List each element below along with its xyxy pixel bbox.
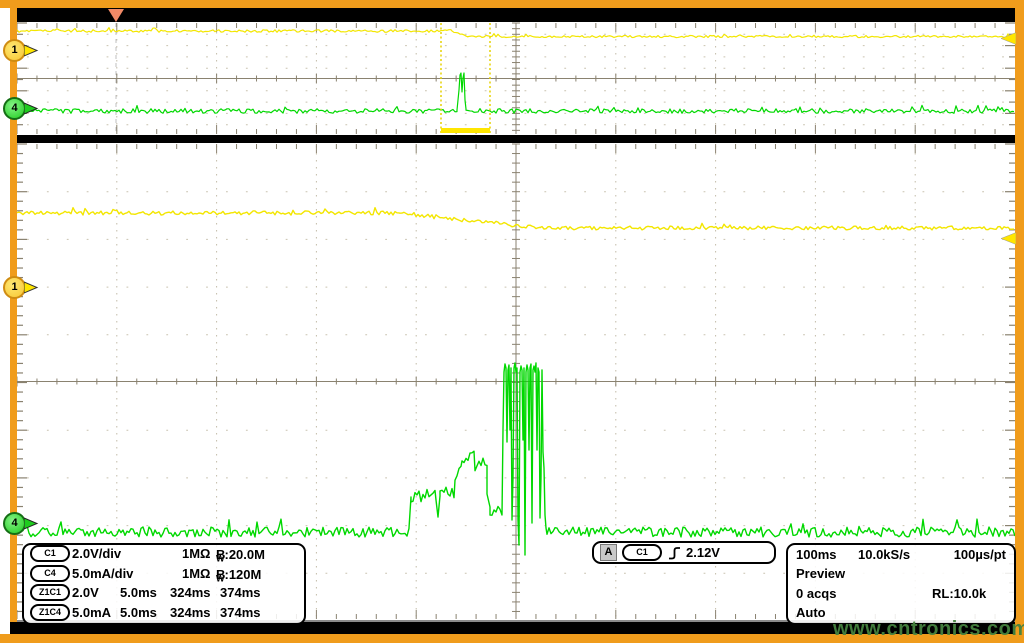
z1c4-time1: 5.0ms xyxy=(120,605,157,620)
trigger-level-arrow-zoom[interactable] xyxy=(1001,232,1016,250)
readout-row-c1: C1 2.0V/div 1MΩ BW:20.0M xyxy=(24,545,304,564)
c4-scale: 5.0mA/div xyxy=(72,566,133,581)
z1c4-time2: 324ms xyxy=(170,605,210,620)
ch1-marker-zoom[interactable]: 1 xyxy=(3,276,43,298)
ch1-marker-arrow-icon xyxy=(24,280,41,295)
trigger-level-arrow-icon xyxy=(1001,32,1016,45)
c4-impedance: 1MΩ xyxy=(182,566,210,581)
ch1-badge-label: 1 xyxy=(3,39,26,62)
ch4-marker-arrow-icon xyxy=(24,101,41,116)
trigger-readout-box: A C1 2.12V xyxy=(592,541,776,564)
ch1-marker-arrow-icon xyxy=(24,43,41,58)
top-header-bar xyxy=(17,8,1015,22)
readout-row-c4: C4 5.0mA/div 1MΩ BW:120M xyxy=(24,565,304,584)
frame-top xyxy=(0,0,1024,8)
ch4-marker-zoom[interactable]: 4 xyxy=(3,512,43,534)
z1c1-scale: 2.0V xyxy=(72,585,99,600)
trigger-level-arrow-overview[interactable] xyxy=(1001,32,1016,50)
ch4-badge-label: 4 xyxy=(3,512,26,535)
trigger-level-value: 2.12V xyxy=(686,545,720,560)
acquisition-count: 0 acqs xyxy=(796,586,836,601)
z1c1-channel-pill: Z1C1 xyxy=(30,584,70,601)
ch1-marker-overview[interactable]: 1 xyxy=(3,39,43,61)
zoom-window-bottom-bar[interactable] xyxy=(441,128,490,133)
horizontal-scale: 100ms xyxy=(796,547,836,562)
ch4-badge-label: 4 xyxy=(3,97,26,120)
z1c4-channel-pill: Z1C4 xyxy=(30,604,70,621)
graticule xyxy=(17,23,1015,134)
watermark: www.cntronics.com xyxy=(833,618,1024,641)
ch4-marker-arrow-icon xyxy=(24,516,41,531)
readout-row-z1c1: Z1C1 2.0V 5.0ms 324ms 374ms xyxy=(24,584,304,603)
horizontal-row-3: 0 acqs RL:10.0k xyxy=(788,585,1014,603)
panel-divider-bar xyxy=(17,135,1015,143)
z1c1-time3: 374ms xyxy=(220,585,260,600)
z1c1-time1: 5.0ms xyxy=(120,585,157,600)
c1-impedance: 1MΩ xyxy=(182,546,210,561)
rising-edge-icon xyxy=(667,545,681,561)
time-per-point: 100µs/pt xyxy=(954,547,1006,562)
trigger-source-pill: C1 xyxy=(622,544,662,561)
trigger-level-arrow-icon xyxy=(1001,232,1016,245)
readout-row-z1c4: Z1C4 5.0mA 5.0ms 324ms 374ms xyxy=(24,604,304,623)
sample-rate: 10.0kS/s xyxy=(858,547,910,562)
horizontal-readout-box: 100ms 10.0kS/s 100µs/pt Preview 0 acqs R… xyxy=(786,543,1016,625)
trigger-mode-badge: A xyxy=(600,544,617,561)
overview-waveform-panel xyxy=(17,22,1015,135)
z1c4-time3: 374ms xyxy=(220,605,260,620)
z1c4-scale: 5.0mA xyxy=(72,605,111,620)
oscilloscope-screen: 1 4 1 4 C1 2.0V/div 1MΩ BW:20.0M C4 5.0m… xyxy=(0,0,1024,643)
c4-channel-pill: C4 xyxy=(30,565,70,582)
trigger-mode: Auto xyxy=(796,605,826,620)
frame-right xyxy=(1015,8,1024,634)
channel-readout-box: C1 2.0V/div 1MΩ BW:20.0M C4 5.0mA/div 1M… xyxy=(22,543,306,625)
horizontal-row-2: Preview xyxy=(788,565,1014,583)
ch1-badge-label: 1 xyxy=(3,276,26,299)
record-length: RL:10.0k xyxy=(932,586,986,601)
trigger-position-marker[interactable] xyxy=(108,9,124,22)
acquisition-status: Preview xyxy=(796,566,845,581)
horizontal-row-1: 100ms 10.0kS/s 100µs/pt xyxy=(788,546,1014,564)
c1-channel-pill: C1 xyxy=(30,545,70,562)
ch4-marker-overview[interactable]: 4 xyxy=(3,97,43,119)
c1-bandwidth: BW:20.0M xyxy=(216,546,225,564)
c1-scale: 2.0V/div xyxy=(72,546,121,561)
c4-bandwidth: BW:120M xyxy=(216,566,225,584)
z1c1-time2: 324ms xyxy=(170,585,210,600)
